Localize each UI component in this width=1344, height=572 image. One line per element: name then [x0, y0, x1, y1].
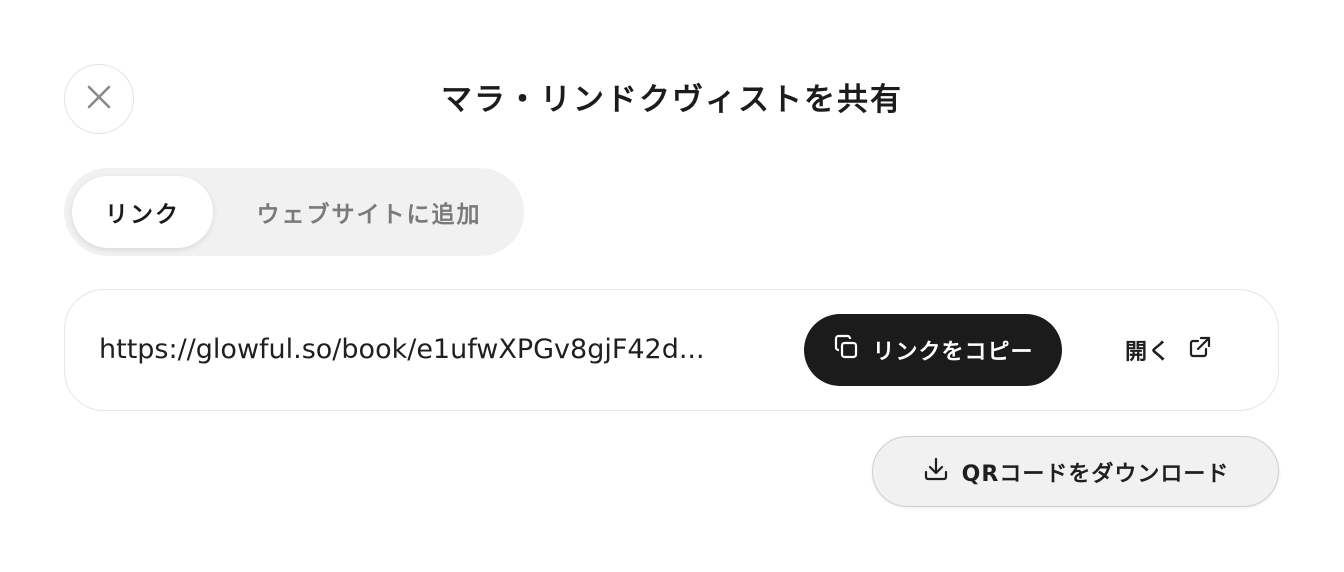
tab-add-to-website[interactable]: ウェブサイトに追加 — [234, 176, 504, 248]
external-link-icon — [1171, 334, 1213, 366]
copy-link-label: リンクをコピー — [872, 340, 1034, 365]
copy-icon — [832, 333, 872, 367]
download-qr-label: QRコードをダウンロード — [961, 461, 1230, 487]
tab-link[interactable]: リンク — [72, 176, 213, 248]
copy-link-button[interactable]: リンクをコピー — [804, 314, 1062, 386]
share-link-box: https://glowful.so/book/e1ufwXPGv8gjF42d… — [64, 289, 1279, 411]
share-dialog: マラ・リンドクヴィストを共有 リンク ウェブサイトに追加 https://glo… — [0, 0, 1344, 572]
download-icon — [922, 455, 962, 489]
dialog-title: マラ・リンドクヴィストを共有 — [441, 82, 903, 118]
open-link-label: 開く — [1125, 340, 1172, 365]
share-url: https://glowful.so/book/e1ufwXPGv8gjF42d… — [99, 334, 705, 365]
download-qr-button[interactable]: QRコードをダウンロード — [872, 436, 1279, 507]
share-tabs: リンク ウェブサイトに追加 — [64, 168, 524, 256]
open-link-button[interactable]: 開く — [1125, 314, 1213, 386]
